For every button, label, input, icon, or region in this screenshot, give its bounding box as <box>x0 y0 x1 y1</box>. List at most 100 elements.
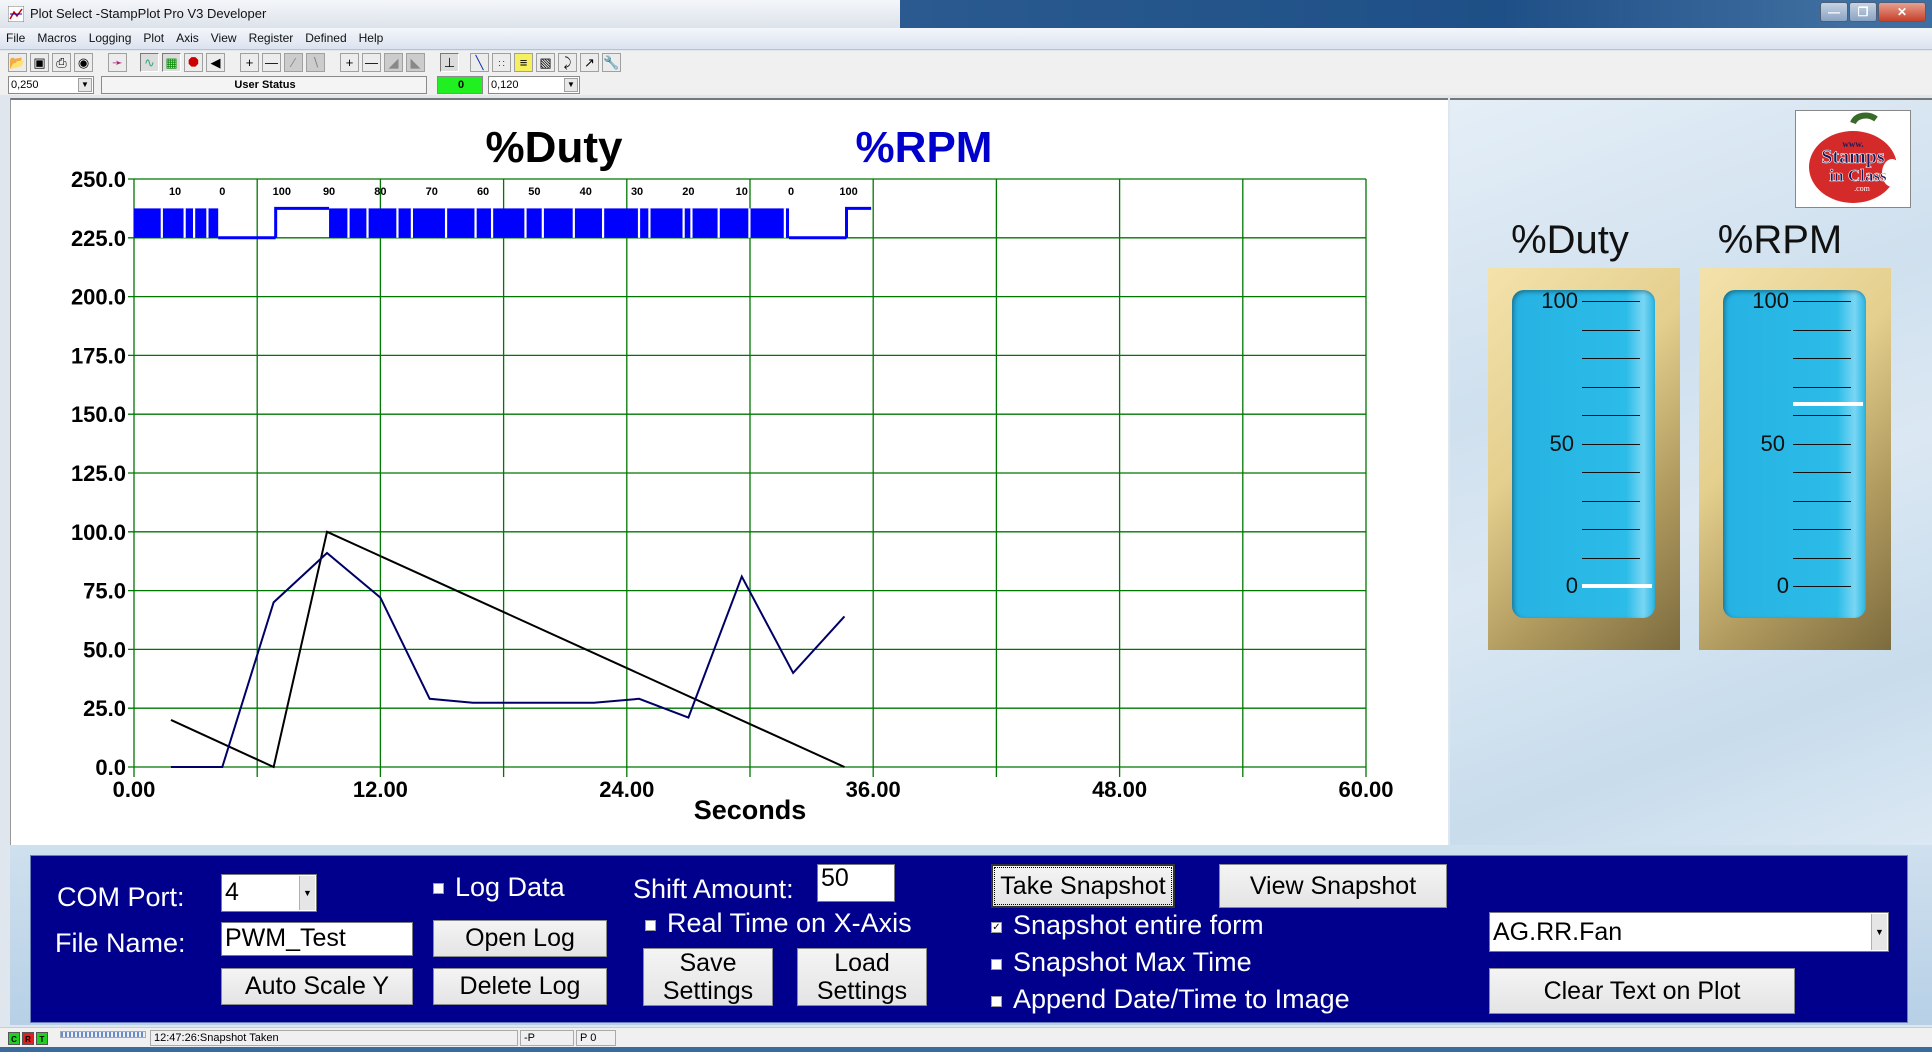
chevron-down-icon[interactable]: ▼ <box>78 78 92 92</box>
y-tick-label: 175.0 <box>71 343 126 368</box>
com-port-select[interactable]: 4 ▼ <box>221 874 317 912</box>
status-message: 12:47:26:Snapshot Taken <box>150 1030 518 1046</box>
strip-gap <box>648 208 651 238</box>
file-name-input[interactable]: PWM_Test <box>221 922 413 956</box>
minimize-icon: — <box>1828 5 1840 19</box>
zoom-in-x-button[interactable]: + <box>240 53 259 72</box>
gauge-tube: 100 50 0 <box>1512 288 1655 618</box>
log-data-checkbox[interactable] <box>433 883 444 894</box>
restore-button[interactable]: ❐ <box>1849 2 1877 22</box>
menu-register[interactable]: Register <box>243 28 300 45</box>
gauge-title-rpm: %RPM <box>1717 218 1843 262</box>
snapshot-max-time-checkbox[interactable] <box>991 959 1002 970</box>
view-snapshot-button[interactable]: View Snapshot <box>1219 864 1447 908</box>
open-button[interactable]: 📂 <box>8 53 27 72</box>
menu-macros[interactable]: Macros <box>31 28 82 45</box>
auto-scale-y-button[interactable]: Auto Scale Y <box>221 968 413 1005</box>
span-value: 0,120 <box>491 79 519 91</box>
led-t: T <box>36 1032 48 1045</box>
minimize-button[interactable]: — <box>1820 2 1848 22</box>
plot-chart[interactable]: 10 0 100 90 80 70 60 50 40 30 20 10 0 100 0.025.050.0… <box>11 100 1449 847</box>
plot-panel[interactable]: 10 0 100 90 80 70 60 50 40 30 20 10 0 100 0.0 25.0 50.0… <box>10 98 1448 845</box>
append-date-checkbox[interactable] <box>991 996 1002 1007</box>
clear-text-button[interactable]: Clear Text on Plot <box>1489 968 1795 1014</box>
zoom-out-x-button[interactable]: — <box>262 53 281 72</box>
save-settings-button[interactable]: Save Settings <box>643 948 773 1006</box>
menu-logging[interactable]: Logging <box>83 28 138 45</box>
close-button[interactable]: ✕ <box>1878 2 1926 22</box>
shift-right-button[interactable]: ∖ <box>306 53 325 72</box>
save-button[interactable]: ▣ <box>30 53 49 72</box>
interval-select[interactable]: 0,250 ▼ <box>8 76 94 94</box>
y-tick-label: 150.0 <box>71 402 126 427</box>
back-button[interactable]: ◀ <box>206 53 225 72</box>
stop-button[interactable]: ⯃ <box>184 53 203 72</box>
menu-axis[interactable]: Axis <box>170 28 205 45</box>
series-line-rpm <box>170 551 846 768</box>
back-arrow-icon: ◀ <box>210 55 221 70</box>
span-select[interactable]: 0,120 ▼ <box>488 76 580 94</box>
plot-connect-button[interactable]: ∿ <box>140 53 159 72</box>
magic-wand-button[interactable]: ➛ <box>108 53 127 72</box>
chevron-down-icon[interactable]: ▼ <box>1871 914 1887 950</box>
chevron-down-icon[interactable]: ▼ <box>299 876 315 910</box>
menu-view[interactable]: View <box>205 28 243 45</box>
pointer-button[interactable]: ⤸ <box>558 53 577 72</box>
shift-amount-input[interactable]: 50 <box>817 864 895 902</box>
magic-wand-icon: ➛ <box>112 55 123 70</box>
status-bar: C R T 12:47:26:Snapshot Taken -P P 0 <box>0 1027 1932 1047</box>
chevron-down-icon[interactable]: ▼ <box>564 78 578 92</box>
gauge-scale-label: 100 <box>1752 288 1789 313</box>
strip-gap <box>444 208 448 238</box>
open-log-button[interactable]: Open Log <box>433 920 607 957</box>
grid-button[interactable]: ▦ <box>162 53 181 72</box>
zoom-out-y-icon: — <box>365 55 378 70</box>
calculator-button[interactable]: ▧ <box>536 53 555 72</box>
shift-right-icon: ∖ <box>311 55 320 70</box>
take-snapshot-button[interactable]: Take Snapshot <box>991 864 1175 908</box>
gauge-scale-label: 0 <box>1565 573 1578 598</box>
points-icon: ∷ <box>498 59 505 70</box>
strip-annotation: 10 <box>169 186 181 198</box>
chart-button[interactable]: ↗ <box>580 53 599 72</box>
scroll-down-icon: ◣ <box>410 55 421 70</box>
menu-plot[interactable]: Plot <box>137 28 170 45</box>
shift-left-button[interactable]: ∕ <box>284 53 303 72</box>
zoom-in-y-button[interactable]: + <box>340 53 359 72</box>
gauge-panel: www. Stamps in Class .com %Duty %RPM 100… <box>1450 98 1932 845</box>
title-bar: Plot Select -StampPlot Pro V3 Developer … <box>0 0 1932 28</box>
camera-button[interactable]: ◉ <box>74 53 93 72</box>
y-tick-label: 50.0 <box>83 637 126 662</box>
points-button[interactable]: ∷ <box>492 53 511 72</box>
gauge-tick <box>1582 415 1640 416</box>
notes-button[interactable]: ≡ <box>514 53 533 72</box>
load-settings-line2: Settings <box>816 977 908 1005</box>
menu-file[interactable]: File <box>0 28 31 45</box>
plot-title-duty: %Duty <box>486 123 623 172</box>
plot-axis-button[interactable]: ⊥ <box>440 53 459 72</box>
print-button[interactable]: ⎙ <box>52 53 71 72</box>
save-icon: ▣ <box>33 55 46 70</box>
strip-gap <box>748 208 751 238</box>
macro-select[interactable]: AG.RR.Fan ▼ <box>1489 912 1889 952</box>
wrench-button[interactable]: 🔧 <box>602 53 621 72</box>
snapshot-entire-form-checkbox[interactable]: ✓ <box>991 922 1002 933</box>
menu-defined[interactable]: Defined <box>299 28 352 45</box>
strip-annotation: 10 <box>736 186 748 198</box>
y-tick-label: 100.0 <box>71 520 126 545</box>
load-settings-button[interactable]: Load Settings <box>797 948 927 1006</box>
zoom-out-y-button[interactable]: — <box>362 53 381 72</box>
strip-gap <box>524 208 527 238</box>
real-time-checkbox[interactable] <box>645 920 656 931</box>
control-panel: COM Port: 4 ▼ File Name: PWM_Test Auto S… <box>30 855 1908 1023</box>
pen-button[interactable]: ╲ <box>470 53 489 72</box>
menu-help[interactable]: Help <box>353 28 390 45</box>
zoom-in-y-icon: + <box>345 55 354 70</box>
strip-gap <box>572 208 575 238</box>
delete-log-button[interactable]: Delete Log <box>433 968 607 1005</box>
scroll-up-button[interactable]: ◢ <box>384 53 403 72</box>
strip-gap <box>396 208 399 238</box>
macro-select-value: AG.RR.Fan <box>1493 918 1623 946</box>
x-tick-label: 24.00 <box>599 777 654 802</box>
scroll-down-button[interactable]: ◣ <box>406 53 425 72</box>
